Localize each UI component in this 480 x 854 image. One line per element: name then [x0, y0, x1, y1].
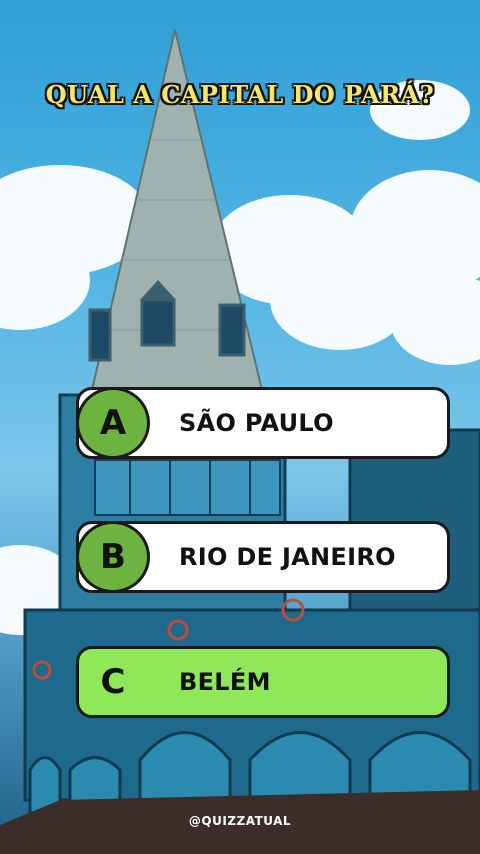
option-letter-badge: C	[100, 662, 126, 702]
question-title: QUAL A CAPITAL DO PARÁ?	[45, 80, 435, 109]
answer-option-c[interactable]: C BELÉM	[76, 646, 450, 718]
option-letter-badge: A	[76, 387, 150, 459]
option-letter-badge: B	[76, 521, 150, 593]
answer-option-b[interactable]: B RIO DE JANEIRO	[76, 521, 450, 593]
option-text: BELÉM	[179, 668, 271, 696]
answer-option-a[interactable]: A SÃO PAULO	[76, 387, 450, 459]
channel-handle: @QUIZZATUAL	[188, 814, 292, 828]
option-text: SÃO PAULO	[179, 409, 334, 437]
option-text: RIO DE JANEIRO	[179, 543, 396, 571]
